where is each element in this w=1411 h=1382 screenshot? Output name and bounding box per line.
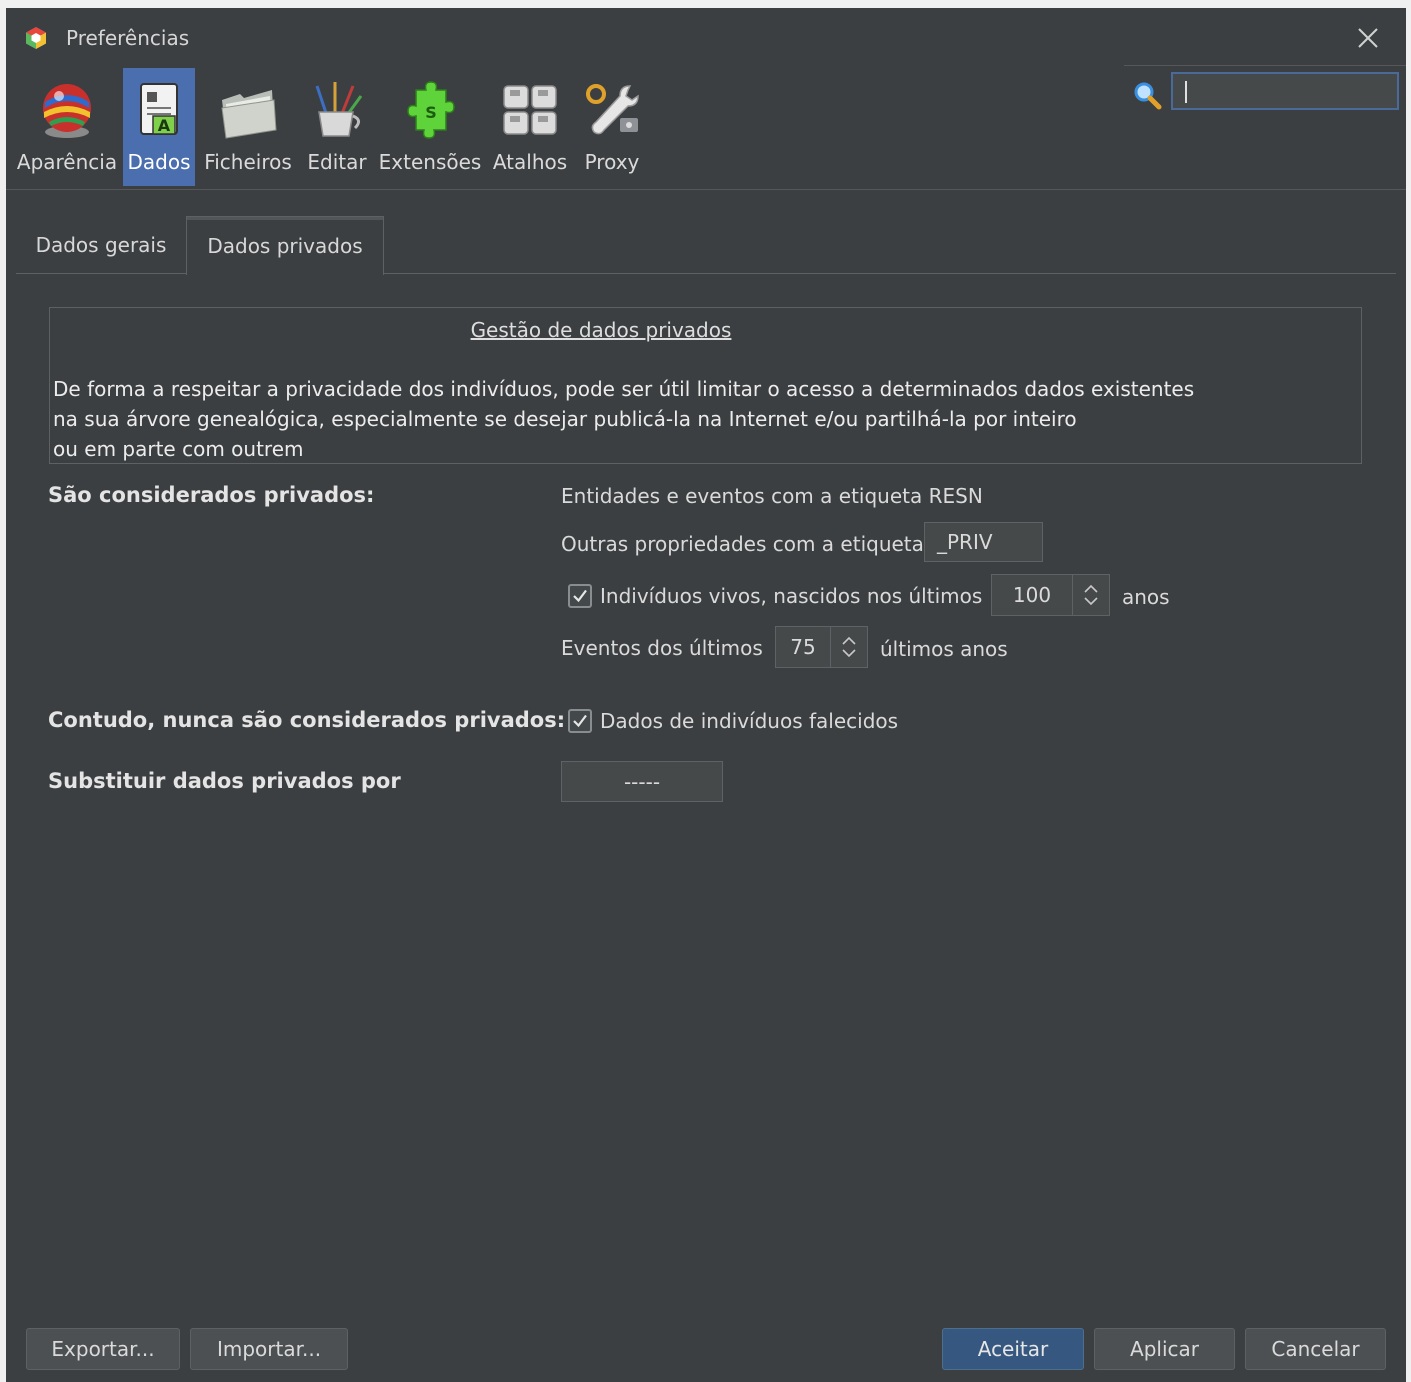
cancel-button[interactable]: Cancelar	[1245, 1328, 1386, 1370]
tab-bar: Dados gerais Dados privados	[16, 216, 1396, 275]
deceased-checkbox[interactable]	[568, 709, 592, 733]
replace-input[interactable]: -----	[561, 761, 723, 802]
puzzle-piece-icon: S	[407, 81, 455, 139]
category-ficheiros[interactable]: Ficheiros	[202, 68, 294, 186]
category-label: Ficheiros	[204, 150, 292, 174]
resn-text: Entidades e eventos com a etiqueta RESN	[561, 484, 983, 508]
tab-dados-gerais[interactable]: Dados gerais	[16, 216, 186, 273]
info-text: De forma a respeitar a privacidade dos i…	[53, 374, 1194, 464]
category-label: Proxy	[584, 150, 640, 174]
checkmark-icon	[573, 589, 587, 603]
events-unit: últimos anos	[880, 637, 1008, 661]
category-label: Dados	[127, 150, 191, 174]
category-aparencia[interactable]: Aparência	[12, 68, 122, 186]
replace-value: -----	[623, 769, 661, 794]
search-icon	[1134, 82, 1162, 110]
category-extensoes[interactable]: S Extensões	[378, 68, 482, 186]
tag-value: _PRIV	[937, 530, 993, 554]
close-icon	[1358, 28, 1378, 48]
wrench-gear-icon	[586, 84, 639, 135]
category-proxy[interactable]: Proxy	[578, 68, 646, 186]
folder-icon	[221, 90, 277, 139]
replace-heading: Substituir dados privados por	[48, 769, 401, 793]
import-button[interactable]: Importar...	[190, 1328, 348, 1370]
living-years-spinner[interactable]: 100	[991, 574, 1110, 616]
data-document-icon: A	[140, 83, 178, 135]
tag-label: Outras propriedades com a etiqueta	[561, 532, 924, 556]
keyboard-keys-icon	[503, 85, 557, 135]
title-bar: Preferências	[6, 8, 1406, 68]
living-unit: anos	[1122, 585, 1170, 609]
spinner-value: 75	[790, 635, 816, 659]
category-atalhos[interactable]: Atalhos	[490, 68, 570, 186]
text-caret	[1185, 81, 1187, 103]
brushes-cup-icon	[315, 82, 363, 137]
category-dados[interactable]: A Dados	[123, 68, 195, 186]
app-logo-icon	[26, 27, 46, 49]
info-line: ou em parte com outrem	[53, 437, 304, 461]
info-box: Gestão de dados privados De forma a resp…	[49, 307, 1362, 464]
accept-button[interactable]: Aceitar	[942, 1328, 1084, 1370]
svg-text:A: A	[158, 116, 171, 135]
info-title: Gestão de dados privados	[470, 318, 732, 342]
spinner-arrows[interactable]	[1072, 575, 1109, 615]
events-years-spinner[interactable]: 75	[775, 626, 868, 668]
private-heading: São considerados privados:	[48, 483, 375, 507]
never-private-heading: Contudo, nunca são considerados privados…	[48, 708, 566, 732]
category-editar[interactable]: Editar	[302, 68, 372, 186]
up-down-arrows-icon	[1084, 584, 1098, 606]
checkmark-icon	[573, 714, 587, 728]
deceased-label: Dados de indivíduos falecidos	[600, 709, 899, 733]
category-label: Editar	[307, 150, 367, 174]
category-label: Extensões	[378, 150, 482, 174]
toolbar-divider	[6, 189, 1406, 190]
tab-dados-privados[interactable]: Dados privados	[186, 216, 384, 275]
apply-button[interactable]: Aplicar	[1094, 1328, 1235, 1370]
spinner-value: 100	[1012, 583, 1052, 607]
export-button[interactable]: Exportar...	[26, 1328, 180, 1370]
info-line: na sua árvore genealógica, especialmente…	[53, 407, 1077, 431]
living-checkbox[interactable]	[568, 584, 592, 608]
up-down-arrows-icon	[842, 636, 856, 658]
search-separator	[1124, 65, 1406, 66]
close-button[interactable]	[1352, 22, 1384, 54]
spinner-arrows[interactable]	[830, 627, 867, 667]
category-label: Atalhos	[492, 150, 568, 174]
window-title: Preferências	[66, 26, 190, 50]
events-label: Eventos dos últimos	[561, 636, 763, 660]
info-line: De forma a respeitar a privacidade dos i…	[53, 377, 1195, 401]
tag-input[interactable]: _PRIV	[924, 522, 1043, 562]
preferences-dialog: Preferências Aparência A Dados Ficheiros…	[6, 8, 1406, 1382]
search-input[interactable]	[1171, 72, 1399, 110]
svg-text:S: S	[425, 103, 437, 122]
globe-flags-icon	[43, 84, 91, 138]
living-label: Indivíduos vivos, nascidos nos últimos	[600, 584, 983, 608]
category-toolbar: Aparência A Dados Ficheiros Editar S Ext…	[6, 65, 1406, 190]
category-label: Aparência	[16, 150, 118, 174]
